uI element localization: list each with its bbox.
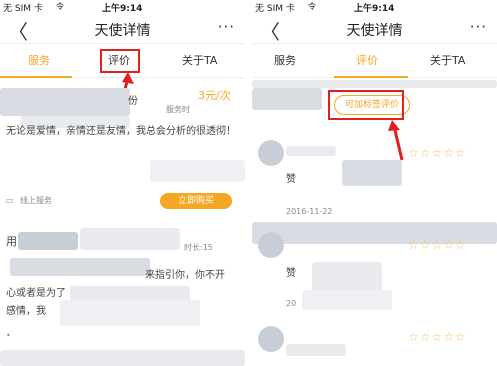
more-icon[interactable]: ···: [218, 18, 235, 36]
panel-divider: [245, 0, 252, 366]
review-text: 赞: [286, 268, 296, 279]
avatar: [258, 140, 284, 166]
tab-underline: [0, 76, 72, 78]
tab-about[interactable]: 关于TA: [430, 52, 465, 68]
status-bar: 无 SIM 卡 令 上午9:14: [252, 0, 497, 14]
highlight-box: [328, 90, 404, 120]
blurred-strip: [150, 160, 245, 182]
blurred-strip: [252, 80, 497, 88]
tab-service[interactable]: 服务: [274, 52, 296, 68]
rating-stars: ☆☆☆☆☆: [408, 330, 467, 344]
status-bar: 无 SIM 卡 令 上午9:14: [0, 0, 245, 14]
avatar: [258, 326, 284, 352]
review-date: 2016-11-22: [286, 207, 333, 216]
buy-button[interactable]: 立即购买: [160, 193, 232, 209]
blurred-strip: [80, 228, 180, 250]
service-time-label: 服务时: [166, 105, 190, 114]
blurred-strip: [252, 88, 322, 110]
bio-text: 无论是爱情，亲情还是友情，我总会分析的很透彻！: [6, 126, 236, 137]
tab-service[interactable]: 服务: [28, 52, 50, 68]
clock: 上午9:14: [102, 4, 143, 14]
message-line-3: 感情，我: [6, 306, 46, 317]
blurred-avatar: [18, 232, 78, 250]
tab-review[interactable]: 评价: [356, 52, 378, 68]
blurred-strip: [60, 300, 200, 326]
tab-underline: [334, 76, 408, 78]
carrier-label: 无 SIM 卡: [3, 4, 43, 14]
blurred-profile: [0, 88, 130, 116]
page-title: 天使详情: [346, 23, 403, 39]
wifi-icon: 令: [308, 2, 316, 11]
clock: 上午9:14: [354, 4, 395, 14]
online-service-label: 线上服务: [20, 196, 52, 205]
review-text: 赞: [286, 174, 296, 185]
bullet: •: [6, 331, 11, 340]
blurred-name: [286, 344, 346, 356]
tab-about[interactable]: 关于TA: [182, 52, 217, 68]
rating-stars: ☆☆☆☆☆: [408, 238, 467, 252]
review-date: 20: [286, 299, 297, 308]
left-screen: 无 SIM 卡 令 上午9:14 〈 天使详情 ··· 服务 评价 关于TA 份…: [0, 0, 245, 366]
more-icon[interactable]: ···: [470, 18, 487, 36]
tab-bar: 服务 评价 关于TA: [252, 44, 497, 78]
wifi-icon: 令: [56, 2, 64, 11]
blurred-strip: [0, 350, 245, 366]
online-service-icon: ▭: [6, 196, 14, 205]
nav-bar: 〈 天使详情 ···: [0, 14, 245, 44]
duration-label: 时长:15: [184, 243, 213, 252]
message-line-1: 来指引你，你不开: [145, 270, 225, 281]
name-fragment: 份: [128, 96, 138, 107]
rating-stars: ☆☆☆☆☆: [408, 146, 467, 160]
nav-bar: 〈 天使详情 ···: [252, 14, 497, 44]
avatar: [258, 232, 284, 258]
blurred-strip: [342, 160, 402, 186]
blurred-name: [286, 146, 336, 156]
blurred-strip: [302, 290, 392, 310]
right-screen: 无 SIM 卡 令 上午9:14 〈 天使详情 ··· 服务 评价 关于TA 可…: [252, 0, 497, 366]
page-title: 天使详情: [94, 23, 151, 39]
message-line-2: 心或者是为了: [6, 288, 66, 299]
user-prefix: 用: [6, 235, 17, 248]
blurred-strip: [10, 258, 150, 276]
price-label: 3元/次: [198, 89, 231, 102]
carrier-label: 无 SIM 卡: [255, 4, 295, 14]
